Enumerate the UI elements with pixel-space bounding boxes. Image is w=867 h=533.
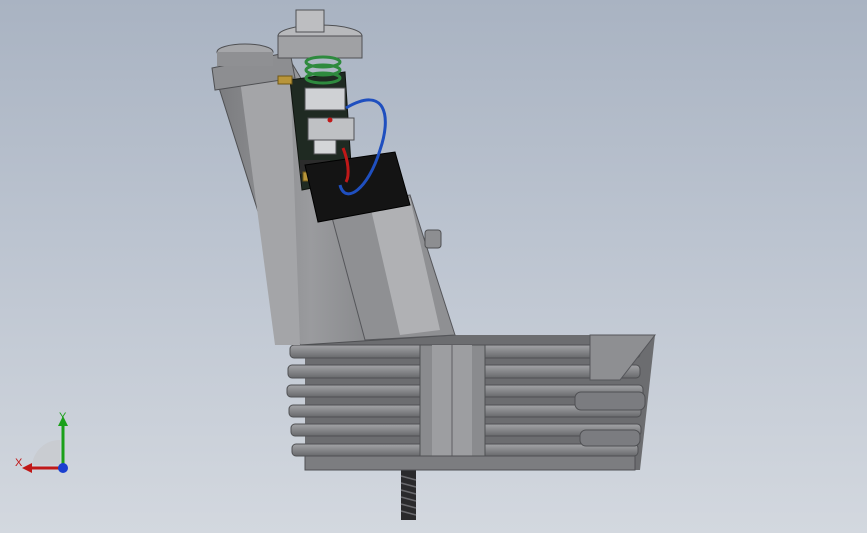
cad-model[interactable] <box>0 0 867 533</box>
graphics-viewport[interactable]: Y X <box>0 0 867 533</box>
x-axis-label: X <box>15 457 23 469</box>
y-axis-label: Y <box>59 411 67 423</box>
coordinate-triad: Y X <box>10 410 80 480</box>
finned-cylinder[interactable] <box>286 334 657 471</box>
triad-graphic <box>22 416 68 473</box>
bottom-screw[interactable] <box>400 470 417 520</box>
